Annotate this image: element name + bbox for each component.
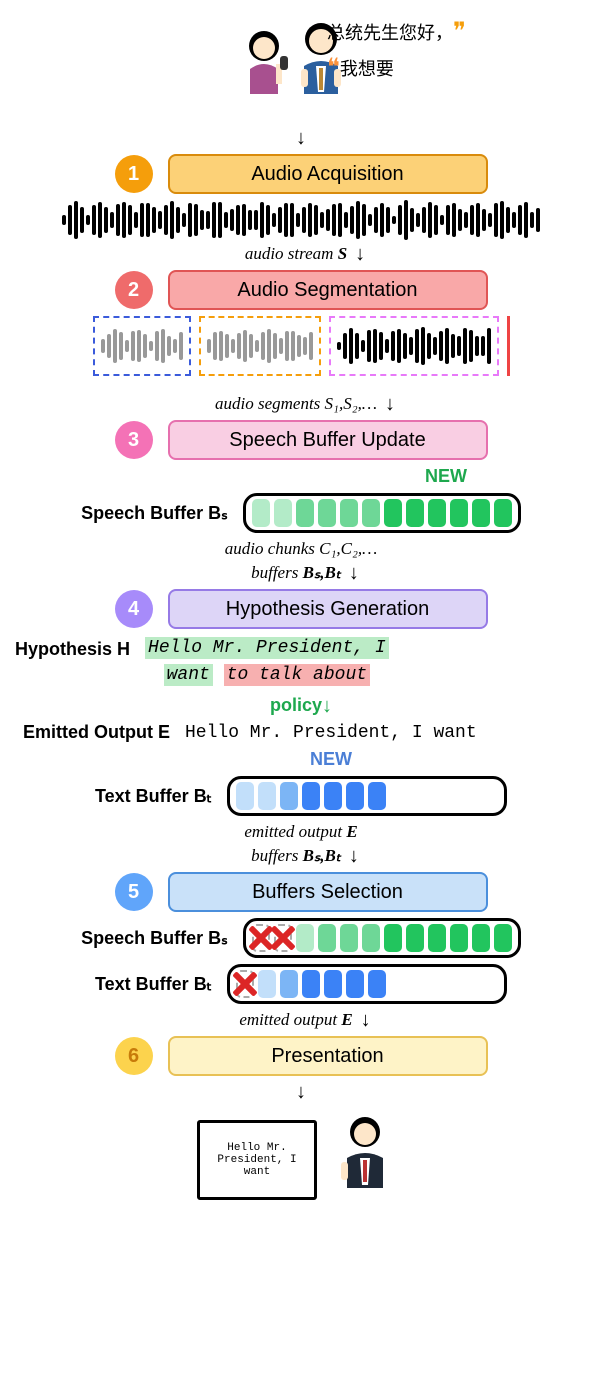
new-label-blue: NEW <box>15 749 587 770</box>
audio-segments-label: audio segments S₁,S₂,… <box>215 394 377 414</box>
speech-buffer-label: Speech Buffer Bₛ <box>81 503 228 524</box>
step-6-block: Presentation <box>168 1036 488 1076</box>
audio-chunks-label: audio chunks C₁,C₂,… <box>225 539 378 558</box>
step-4-block: Hypothesis Generation <box>168 589 488 629</box>
arrow-down-icon: ↓ <box>361 1010 371 1030</box>
arrow-down-icon: ↓ <box>322 696 332 716</box>
segment-end-bar <box>507 316 510 376</box>
emitted-output-sublabel: emitted output E <box>244 822 357 841</box>
arrow-down-icon: ↓ <box>349 846 359 866</box>
speech-line1: 总统先生您好， <box>327 23 453 43</box>
arrow-down-icon: ↓ <box>15 128 587 148</box>
step-1-circle: 1 <box>115 155 153 193</box>
arrow-down-icon: ↓ <box>385 394 395 414</box>
segment-3 <box>329 316 499 376</box>
step-3: 3 Speech Buffer Update <box>15 420 587 460</box>
presentation-screen: Hello Mr. President, I want <box>197 1120 317 1200</box>
emitted-output-row: Emitted Output E Hello Mr. President, I … <box>15 722 587 743</box>
step-4-circle: 4 <box>115 590 153 628</box>
audio-stream-label: audio stream S <box>245 244 347 264</box>
hypothesis-row: Hypothesis H Hello Mr. President, I want… <box>15 635 587 689</box>
step-2-block: Audio Segmentation <box>168 270 488 310</box>
arrow-down-icon: ↓ <box>15 1082 587 1102</box>
policy-label: policy <box>270 695 322 716</box>
text-buffer-box-2 <box>227 964 507 1004</box>
text-buffer-label: Text Buffer Bₜ <box>95 974 212 995</box>
quote-icon: ❞ <box>453 18 466 45</box>
buffers-label: buffers Bₛ,Bₜ <box>251 563 341 583</box>
speech-buffer-box <box>243 493 521 533</box>
step-5-circle: 5 <box>115 873 153 911</box>
step-2-circle: 2 <box>115 271 153 309</box>
text-buffer-label: Text Buffer Bₜ <box>95 786 212 807</box>
presenter-illustration <box>325 1110 405 1200</box>
speech-buffer-row-2: Speech Buffer Bₛ <box>15 918 587 958</box>
speech-buffer-row: Speech Buffer Bₛ <box>15 493 587 533</box>
buffers-label: buffers Bₛ,Bₜ <box>251 846 341 866</box>
emitted-output-sublabel: emitted output E <box>239 1010 352 1030</box>
quote-icon: ❝ <box>327 54 340 81</box>
speech-buffer-label: Speech Buffer Bₛ <box>81 928 228 949</box>
step-3-circle: 3 <box>115 421 153 459</box>
step-2: 2 Audio Segmentation <box>15 270 587 310</box>
segment-1 <box>93 316 191 376</box>
step-3-block: Speech Buffer Update <box>168 420 488 460</box>
speech-bubble: 总统先生您好，❞ ❝我想要 <box>327 14 527 86</box>
text-buffer-row-2: Text Buffer Bₜ <box>15 964 587 1004</box>
hypothesis-text: Hello Mr. President, I want to talk abou… <box>145 635 389 689</box>
step-6-circle: 6 <box>115 1037 153 1075</box>
interview-scene: 总统先生您好，❞ ❝我想要 <box>15 14 587 124</box>
waveform-full <box>15 200 587 240</box>
new-label-green: NEW <box>15 466 587 487</box>
step-5: 5 Buffers Selection <box>15 872 587 912</box>
segmented-waveforms <box>15 316 587 376</box>
arrow-down-icon: ↓ <box>349 563 359 583</box>
step-4: 4 Hypothesis Generation <box>15 589 587 629</box>
step-6: 6 Presentation <box>15 1036 587 1076</box>
hypothesis-label: Hypothesis H <box>15 635 130 660</box>
speech-line2: 我想要 <box>340 59 394 79</box>
step-1: 1 Audio Acquisition <box>15 154 587 194</box>
text-buffer-row: Text Buffer Bₜ <box>15 776 587 816</box>
presentation-scene: Hello Mr. President, I want <box>15 1110 587 1200</box>
emitted-output-text: Hello Mr. President, I want <box>185 723 477 743</box>
arrow-down-icon: ↓ <box>355 244 365 264</box>
step-1-block: Audio Acquisition <box>168 154 488 194</box>
emitted-output-label: Emitted Output E <box>23 722 170 743</box>
step-5-block: Buffers Selection <box>168 872 488 912</box>
text-buffer-box <box>227 776 507 816</box>
segment-2 <box>199 316 321 376</box>
speech-buffer-box-2 <box>243 918 521 958</box>
